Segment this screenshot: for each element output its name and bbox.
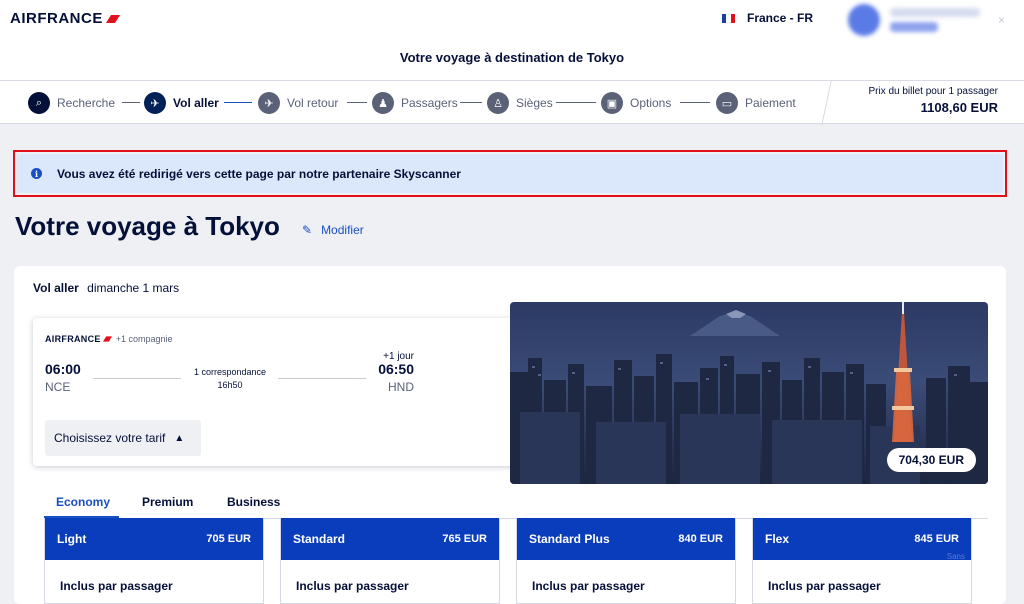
user-menu[interactable]: × [848, 4, 1005, 36]
choose-fare-label: Choisissez votre tarif [54, 431, 166, 445]
logo-text: AIRFRANCE [10, 10, 103, 27]
price-divider [821, 81, 832, 125]
outbound-date: dimanche 1 mars [87, 281, 180, 295]
step-sieges[interactable]: ♙ Sièges [487, 92, 553, 114]
fare-price: 840 EUR [678, 533, 723, 545]
plane-departure-icon: ✈ [144, 92, 166, 114]
step-paiement[interactable]: ▭ Paiement [716, 92, 796, 114]
departure-airport: NCE [45, 380, 71, 394]
fare-ghost-label: Sans [946, 552, 965, 561]
outbound-heading: Vol aller dimanche 1 mars [33, 281, 179, 295]
fare-header: Standard 765 EUR [281, 518, 499, 560]
payment-icon: ▭ [716, 92, 738, 114]
airfrance-logo[interactable]: AIRFRANCE [10, 10, 120, 27]
fare-card-standard[interactable]: Standard 765 EUR Inclus par passager [280, 518, 500, 604]
step-vol-aller[interactable]: ✈ Vol aller [144, 92, 219, 114]
extra-airline: +1 compagnie [115, 334, 173, 344]
step-connector [122, 102, 140, 103]
price-summary: Prix du billet pour 1 passager 1108,60 E… [868, 86, 998, 115]
fare-price: 705 EUR [206, 533, 251, 545]
step-label: Sièges [516, 96, 553, 110]
close-icon[interactable]: × [998, 13, 1005, 27]
step-label: Vol aller [173, 96, 219, 110]
fare-included-label: Inclus par passager [532, 579, 645, 593]
fare-card-light[interactable]: Light 705 EUR Inclus par passager [44, 518, 264, 604]
seat-icon: ♙ [487, 92, 509, 114]
arrival-time: 06:50 [378, 361, 414, 377]
step-label: Passagers [401, 96, 458, 110]
route-line [93, 378, 181, 379]
options-icon: ▣ [601, 92, 623, 114]
fare-card-standard-plus[interactable]: Standard Plus 840 EUR Inclus par passage… [516, 518, 736, 604]
modify-label: Modifier [321, 223, 364, 237]
fare-name: Standard [293, 532, 346, 546]
fare-price: 765 EUR [442, 533, 487, 545]
fare-name: Light [57, 532, 87, 546]
step-passagers[interactable]: ♟ Passagers [372, 92, 458, 114]
fare-header: Standard Plus 840 EUR [517, 518, 735, 560]
step-connector [556, 102, 596, 103]
avatar [848, 4, 880, 36]
modify-button[interactable]: ✎ Modifier [302, 223, 364, 237]
step-label: Vol retour [287, 96, 339, 110]
airline-logo: AIRFRANCE +1 compagnie [45, 334, 173, 344]
step-connector [680, 102, 710, 103]
tokyo-skyline-photo: 704,30 EUR [510, 302, 988, 484]
tab-business[interactable]: Business [227, 488, 280, 518]
fare-included-label: Inclus par passager [768, 579, 881, 593]
flight-summary-card[interactable]: AIRFRANCE +1 compagnie 06:00 NCE 1 corre… [33, 318, 543, 466]
trip-title: Votre voyage à Tokyo [15, 211, 280, 241]
step-label: Options [630, 96, 672, 110]
fare-price: 845 EUR [914, 533, 959, 545]
search-icon: ⌕ [28, 92, 50, 114]
partner-notice: i Vous avez été redirigé vers cette page… [17, 154, 1003, 193]
photo-price-badge: 704,30 EUR [886, 448, 976, 472]
france-flag-icon [722, 13, 735, 23]
price-summary-label: Prix du billet pour 1 passager [868, 86, 998, 97]
fare-header: Flex 845 EUR [753, 518, 971, 560]
choose-fare-button[interactable]: Choisissez votre tarif ▲ [45, 420, 201, 456]
step-options[interactable]: ▣ Options [601, 92, 671, 114]
pencil-icon: ✎ [302, 223, 313, 237]
step-connector [460, 102, 482, 103]
step-recherche[interactable]: ⌕ Recherche [28, 92, 115, 114]
partner-notice-highlight: i Vous avez été redirigé vers cette page… [13, 150, 1007, 197]
tab-economy[interactable]: Economy [44, 488, 119, 518]
locale-label: France - FR [747, 11, 814, 25]
partner-notice-text: Vous avez été redirigé vers cette page p… [57, 166, 461, 181]
passengers-icon: ♟ [372, 92, 394, 114]
departure-time: 06:00 [45, 361, 81, 377]
connection-info: 1 correspondance 16h50 [181, 366, 279, 392]
page-title: Votre voyage à destination de Tokyo [399, 50, 625, 65]
info-icon: i [31, 168, 42, 179]
top-bar: AIRFRANCE France - FR × Votre voyage à d… [0, 0, 1024, 80]
step-label: Recherche [57, 96, 116, 110]
flight-duration: 16h50 [217, 380, 243, 390]
user-name-blurred [890, 8, 980, 32]
booking-steps: ⌕ Recherche ✈ Vol aller ✈ Vol retour ♟ P… [0, 80, 1024, 125]
fare-included-label: Inclus par passager [296, 579, 409, 593]
connection-count: 1 correspondance [193, 367, 267, 377]
step-vol-retour[interactable]: ✈ Vol retour [258, 92, 338, 114]
plane-return-icon: ✈ [258, 92, 280, 114]
fare-header: Light 705 EUR [45, 518, 263, 560]
logo-slash-icon [105, 14, 120, 23]
logo-slash-icon [102, 336, 112, 342]
chevron-up-icon: ▲ [174, 432, 185, 444]
tab-premium[interactable]: Premium [142, 488, 193, 518]
price-summary-value: 1108,60 EUR [920, 100, 998, 115]
outbound-card: Vol aller dimanche 1 mars AIRFRANCE +1 c… [14, 266, 1006, 604]
fare-name: Standard Plus [529, 532, 610, 546]
airline-name: AIRFRANCE [45, 334, 101, 344]
fare-included-label: Inclus par passager [60, 579, 173, 593]
outbound-label: Vol aller [33, 281, 79, 295]
fare-name: Flex [765, 532, 790, 546]
step-label: Paiement [745, 96, 796, 110]
locale-selector[interactable]: France - FR [722, 11, 813, 25]
step-connector [347, 102, 367, 103]
step-connector [224, 102, 252, 103]
route-line [278, 378, 366, 379]
arrival-airport: HND [388, 380, 414, 394]
fare-card-flex[interactable]: Flex 845 EUR Sans Inclus par passager [752, 518, 972, 604]
